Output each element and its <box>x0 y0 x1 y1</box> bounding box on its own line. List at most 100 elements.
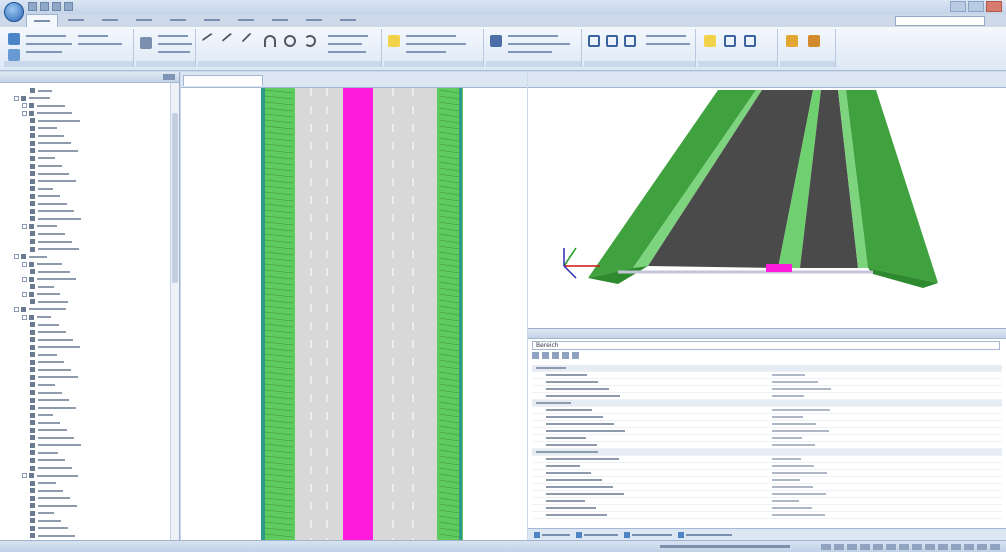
tree-item[interactable] <box>30 321 59 328</box>
status-toggle-icon[interactable] <box>886 544 896 550</box>
tab-plan-view[interactable] <box>183 75 263 86</box>
property-row[interactable] <box>532 512 1002 519</box>
tree-item[interactable] <box>30 397 69 404</box>
tree-item[interactable] <box>30 525 68 532</box>
tree-item[interactable] <box>30 419 60 426</box>
tree-item[interactable] <box>22 223 57 230</box>
tree-item[interactable] <box>30 170 69 177</box>
ribbon-tab-4[interactable] <box>128 14 160 27</box>
tree-item[interactable] <box>30 329 66 336</box>
property-row[interactable] <box>532 456 1002 463</box>
layer-visibility-icon[interactable] <box>30 246 35 252</box>
status-toggle-icon[interactable] <box>938 544 948 550</box>
ribbon-tab-3[interactable] <box>94 14 126 27</box>
line-segment-icon[interactable] <box>221 32 239 50</box>
pin-icon[interactable] <box>163 74 175 80</box>
properties-tab[interactable] <box>534 531 570 539</box>
layer-visibility-icon[interactable] <box>29 276 34 282</box>
properties-tab[interactable] <box>576 531 618 539</box>
open-icon[interactable] <box>8 49 20 61</box>
layer-visibility-icon[interactable] <box>30 239 35 244</box>
tree-item[interactable] <box>30 208 74 215</box>
layer-visibility-icon[interactable] <box>30 284 35 290</box>
layer-visibility-icon[interactable] <box>30 269 35 275</box>
properties-tab[interactable] <box>624 531 672 539</box>
layer-visibility-icon[interactable] <box>30 405 35 411</box>
layer-visibility-icon[interactable] <box>30 435 35 441</box>
tree-item[interactable] <box>30 487 63 494</box>
layer-visibility-icon[interactable] <box>29 291 34 297</box>
tree-item[interactable] <box>30 155 55 162</box>
tool-icon[interactable] <box>140 37 152 49</box>
property-category[interactable] <box>532 365 1002 372</box>
ellipse-icon[interactable] <box>304 35 316 47</box>
panel-icon[interactable] <box>744 35 756 47</box>
close-button[interactable] <box>986 1 1002 12</box>
tree-item[interactable] <box>30 389 62 396</box>
tree-item[interactable] <box>30 427 67 434</box>
tree-item[interactable] <box>30 230 65 237</box>
tree-item[interactable] <box>30 140 71 147</box>
layer-visibility-icon[interactable] <box>29 110 34 116</box>
tree-item[interactable] <box>14 253 47 260</box>
layer-visibility-icon[interactable] <box>30 140 35 146</box>
search-input[interactable] <box>895 16 985 26</box>
layer-visibility-icon[interactable] <box>30 133 35 139</box>
expand-toggle-icon[interactable] <box>22 223 27 229</box>
ribbon-tab-10[interactable] <box>332 14 364 27</box>
tree-item[interactable] <box>30 283 54 290</box>
tree-item[interactable] <box>30 147 78 154</box>
tree-item[interactable] <box>30 359 64 366</box>
expand-icon[interactable] <box>562 352 569 359</box>
layer-visibility-icon[interactable] <box>30 208 35 214</box>
status-toggle-icon[interactable] <box>847 544 857 550</box>
tree-item[interactable] <box>30 532 75 538</box>
minimize-button[interactable] <box>950 1 966 12</box>
ribbon-tab-8[interactable] <box>264 14 296 27</box>
expand-toggle-icon[interactable] <box>22 103 27 109</box>
redo-icon[interactable] <box>52 2 61 11</box>
property-row[interactable] <box>532 484 1002 491</box>
property-row[interactable] <box>532 442 1002 449</box>
tree-item[interactable] <box>30 510 54 517</box>
tree-item[interactable] <box>30 502 77 509</box>
property-row[interactable] <box>532 386 1002 393</box>
layer-visibility-icon[interactable] <box>30 390 35 395</box>
tree-item[interactable] <box>22 291 60 298</box>
layer-visibility-icon[interactable] <box>30 216 35 222</box>
layer-visibility-icon[interactable] <box>30 427 35 433</box>
info-icon[interactable] <box>808 35 820 47</box>
property-row[interactable] <box>532 421 1002 428</box>
help-icon[interactable] <box>786 35 798 47</box>
tree-item[interactable] <box>30 404 76 411</box>
property-row[interactable] <box>532 491 1002 498</box>
layer-visibility-icon[interactable] <box>30 503 35 509</box>
tree-item[interactable] <box>30 178 76 185</box>
layer-visibility-icon[interactable] <box>30 397 35 403</box>
application-menu-button[interactable] <box>4 2 24 22</box>
expand-toggle-icon[interactable] <box>22 473 27 479</box>
tree-item[interactable] <box>22 261 62 268</box>
ribbon-tab-1[interactable] <box>26 14 58 27</box>
expand-toggle-icon[interactable] <box>14 254 19 260</box>
layer-visibility-icon[interactable] <box>30 465 35 471</box>
arc-icon[interactable] <box>264 35 276 47</box>
layer-visibility-icon[interactable] <box>30 337 35 343</box>
tree-item[interactable] <box>30 87 52 94</box>
layer-visibility-icon[interactable] <box>30 171 35 177</box>
properties-object-select[interactable]: Bereich <box>532 341 1000 350</box>
line-icon[interactable] <box>201 32 219 50</box>
tree-item[interactable] <box>22 276 76 283</box>
tree-item[interactable] <box>30 238 72 245</box>
tree-item[interactable] <box>30 366 71 373</box>
tree-item[interactable] <box>30 185 53 192</box>
new-icon[interactable] <box>8 33 20 45</box>
undo-icon[interactable] <box>40 2 49 11</box>
layer-visibility-icon[interactable] <box>30 125 35 131</box>
tree-item[interactable] <box>30 193 60 200</box>
layer-visibility-icon[interactable] <box>30 420 35 426</box>
property-row[interactable] <box>532 505 1002 512</box>
layer-visibility-icon[interactable] <box>30 322 35 328</box>
layer-visibility-icon[interactable] <box>29 103 34 109</box>
tree-scrollbar[interactable] <box>170 83 179 540</box>
